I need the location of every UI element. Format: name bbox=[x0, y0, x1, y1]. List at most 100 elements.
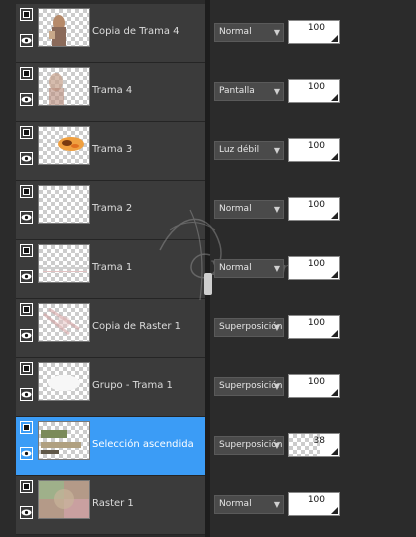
layer-icon[interactable] bbox=[20, 362, 33, 375]
blend-mode-select[interactable]: Pantalla ▼ bbox=[214, 82, 284, 101]
chevron-down-icon: ▼ bbox=[273, 441, 280, 450]
layer-name: Trama 3 bbox=[92, 144, 133, 155]
opacity-value: 38 bbox=[313, 436, 325, 446]
opacity-slider[interactable]: 100 bbox=[288, 492, 340, 516]
blend-mode-select[interactable]: Superposición ▼ bbox=[214, 377, 284, 396]
opacity-value: 100 bbox=[307, 200, 325, 210]
layer-thumbnail bbox=[38, 244, 90, 283]
blend-mode-value: Pantalla bbox=[219, 86, 255, 96]
blend-mode-select[interactable]: Superposición ▼ bbox=[214, 318, 284, 337]
opacity-value: 100 bbox=[307, 259, 325, 269]
layer-name: Trama 1 bbox=[92, 262, 133, 273]
blend-mode-select[interactable]: Luz débil ▼ bbox=[214, 141, 284, 160]
eye-icon[interactable] bbox=[20, 329, 33, 342]
opacity-value: 100 bbox=[307, 141, 325, 151]
layer-row[interactable]: Trama 4 bbox=[0, 63, 416, 122]
layer-name: Copia de Trama 4 bbox=[92, 26, 180, 37]
opacity-slider[interactable]: 100 bbox=[288, 20, 340, 44]
opacity-value: 100 bbox=[307, 377, 325, 387]
layer-name: Trama 2 bbox=[92, 203, 133, 214]
opacity-slider[interactable]: 100 bbox=[288, 374, 340, 398]
blend-mode-value: Luz débil bbox=[219, 145, 260, 155]
blend-mode-select[interactable]: Normal ▼ bbox=[214, 259, 284, 278]
layer-icon[interactable] bbox=[20, 67, 33, 80]
layer-name: Trama 4 bbox=[92, 85, 133, 96]
blend-mode-select[interactable]: Normal ▼ bbox=[214, 200, 284, 219]
eye-icon[interactable] bbox=[20, 447, 33, 460]
layer-item[interactable]: Trama 3 bbox=[16, 122, 205, 180]
eye-icon[interactable] bbox=[20, 93, 33, 106]
layer-name: Raster 1 bbox=[92, 498, 134, 509]
layer-name: Copia de Raster 1 bbox=[92, 321, 182, 332]
blend-mode-select[interactable]: Normal ▼ bbox=[214, 23, 284, 42]
resize-corner-icon bbox=[331, 507, 338, 514]
resize-corner-icon bbox=[331, 153, 338, 160]
chevron-down-icon: ▼ bbox=[273, 323, 280, 332]
resize-corner-icon bbox=[331, 212, 338, 219]
resize-corner-icon bbox=[331, 35, 338, 42]
opacity-value: 100 bbox=[307, 318, 325, 328]
layer-icon[interactable] bbox=[20, 303, 33, 316]
chevron-down-icon: ▼ bbox=[273, 382, 280, 391]
layer-thumbnail bbox=[38, 362, 90, 401]
eye-icon[interactable] bbox=[20, 211, 33, 224]
eye-icon[interactable] bbox=[20, 506, 33, 519]
eye-icon[interactable] bbox=[20, 34, 33, 47]
layer-thumbnail bbox=[38, 126, 90, 165]
splitter-handle[interactable] bbox=[204, 273, 212, 295]
layer-row[interactable]: Trama 3 bbox=[0, 122, 416, 181]
layer-icon[interactable] bbox=[20, 244, 33, 257]
layer-thumbnail bbox=[38, 8, 90, 47]
layer-item[interactable]: Trama 4 bbox=[16, 63, 205, 121]
layer-row[interactable]: Selección ascendida bbox=[0, 417, 416, 476]
layer-thumbnail bbox=[38, 421, 90, 460]
blend-mode-value: Normal bbox=[219, 27, 252, 37]
opacity-slider[interactable]: 38 bbox=[288, 433, 340, 457]
blend-mode-select[interactable]: Normal ▼ bbox=[214, 495, 284, 514]
layer-row[interactable]: Copia de Trama 4 bbox=[0, 4, 416, 63]
blend-mode-value: Normal bbox=[219, 204, 252, 214]
layer-icon[interactable] bbox=[20, 421, 33, 434]
opacity-slider[interactable]: 100 bbox=[288, 197, 340, 221]
blend-mode-value: Normal bbox=[219, 263, 252, 273]
layer-icon[interactable] bbox=[20, 185, 33, 198]
layer-item[interactable]: Copia de Trama 4 bbox=[16, 4, 205, 62]
resize-corner-icon bbox=[331, 94, 338, 101]
layer-row[interactable]: Raster 1 bbox=[0, 476, 416, 535]
blend-mode-select[interactable]: Superposición ▼ bbox=[214, 436, 284, 455]
layer-item[interactable]: Selección ascendida bbox=[16, 417, 205, 475]
opacity-slider[interactable]: 100 bbox=[288, 315, 340, 339]
chevron-down-icon: ▼ bbox=[273, 87, 280, 96]
layer-icon[interactable] bbox=[20, 126, 33, 139]
layer-thumbnail bbox=[38, 303, 90, 342]
eye-icon[interactable] bbox=[20, 388, 33, 401]
opacity-value: 100 bbox=[307, 23, 325, 33]
layer-name: Grupo - Trama 1 bbox=[92, 380, 173, 391]
layer-thumbnail bbox=[38, 480, 90, 519]
layers-panel: Copia de Trama 4 Trama 4 Trama 3 Trama 2 Tra… bbox=[0, 0, 416, 537]
chevron-down-icon: ▼ bbox=[273, 205, 280, 214]
layer-item[interactable]: Grupo - Trama 1 bbox=[16, 358, 205, 416]
chevron-down-icon: ▼ bbox=[273, 500, 280, 509]
layer-name: Selección ascendida bbox=[92, 439, 194, 450]
chevron-down-icon: ▼ bbox=[273, 28, 280, 37]
eye-icon[interactable] bbox=[20, 270, 33, 283]
opacity-slider[interactable]: 100 bbox=[288, 138, 340, 162]
resize-corner-icon bbox=[331, 389, 338, 396]
layer-item[interactable]: Raster 1 bbox=[16, 476, 205, 534]
resize-corner-icon bbox=[331, 448, 338, 455]
resize-corner-icon bbox=[331, 271, 338, 278]
layer-thumbnail bbox=[38, 67, 90, 106]
opacity-value: 100 bbox=[307, 82, 325, 92]
blend-mode-value: Normal bbox=[219, 499, 252, 509]
layer-row[interactable]: Grupo - Trama 1 bbox=[0, 358, 416, 417]
resize-corner-icon bbox=[331, 330, 338, 337]
layer-icon[interactable] bbox=[20, 8, 33, 21]
layer-thumbnail bbox=[38, 185, 90, 224]
opacity-slider[interactable]: 100 bbox=[288, 79, 340, 103]
layer-icon[interactable] bbox=[20, 480, 33, 493]
opacity-value: 100 bbox=[307, 495, 325, 505]
opacity-slider[interactable]: 100 bbox=[288, 256, 340, 280]
eye-icon[interactable] bbox=[20, 152, 33, 165]
chevron-down-icon: ▼ bbox=[273, 146, 280, 155]
